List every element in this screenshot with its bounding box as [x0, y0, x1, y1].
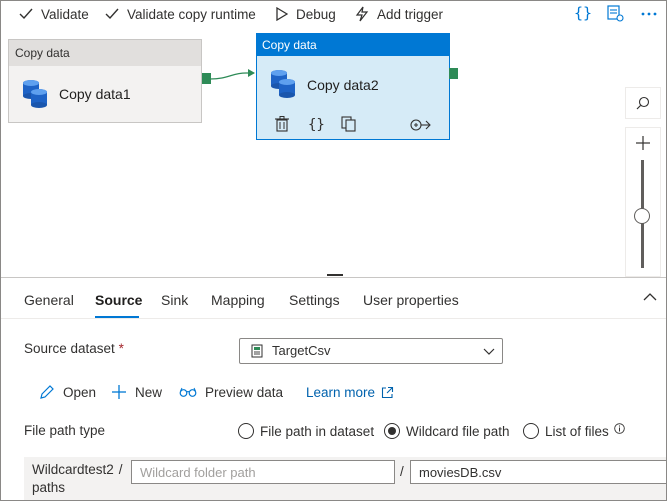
database-icon	[271, 70, 295, 98]
chevron-up-icon[interactable]	[643, 292, 657, 302]
checkmark-icon	[19, 8, 33, 20]
tab-general[interactable]: General	[24, 292, 74, 308]
svg-text:{}: {}	[574, 4, 591, 22]
activity-name: Copy data2	[307, 77, 379, 93]
lightning-icon	[355, 6, 369, 22]
learn-more-link[interactable]: Learn more	[306, 382, 402, 402]
validate-copy-runtime-button[interactable]: Validate copy runtime	[105, 3, 256, 25]
activity-name: Copy data1	[59, 86, 131, 102]
glasses-icon	[179, 387, 197, 397]
delete-icon[interactable]	[275, 116, 289, 132]
activity-type-label: Copy data	[257, 34, 449, 56]
pipeline-editor: Validate Validate copy runtime Debug Add…	[0, 0, 667, 501]
radio-circle	[523, 423, 539, 439]
external-link-icon	[381, 386, 394, 398]
success-output-port[interactable]	[449, 68, 458, 79]
tab-sink[interactable]: Sink	[161, 292, 188, 308]
edit-icon	[40, 385, 54, 399]
tab-source[interactable]: Source	[95, 292, 142, 308]
wildcard-paths-row: Wildcardtest2/ paths Wildcard folder pat…	[24, 457, 666, 500]
zoom-in-icon[interactable]	[635, 135, 651, 151]
active-tab-indicator	[95, 316, 139, 318]
svg-text:{}: {}	[308, 117, 325, 132]
properties-icon[interactable]	[606, 4, 624, 27]
chevron-down-icon	[483, 348, 495, 355]
csv-file-icon	[251, 344, 263, 358]
properties-panel: General Source Sink Mapping Settings Use…	[1, 277, 666, 500]
tab-user-properties[interactable]: User properties	[363, 292, 459, 308]
open-button[interactable]: Open	[39, 382, 96, 402]
tab-mapping[interactable]: Mapping	[211, 292, 265, 308]
activity-type-label: Copy data	[9, 40, 201, 66]
wildcard-folder-path-input[interactable]: Wildcard folder path	[131, 460, 395, 484]
radio-list-of-files[interactable]: List of files	[523, 421, 625, 441]
add-trigger-button[interactable]: Add trigger	[355, 3, 443, 25]
search-icon	[636, 96, 650, 110]
wildcard-paths-label: Wildcardtest2/ paths	[32, 462, 123, 495]
zoom-slider-thumb[interactable]	[634, 208, 650, 224]
activity-copy-data1[interactable]: Copy data Copy data1	[8, 39, 202, 123]
copy-icon[interactable]	[341, 116, 357, 132]
connector-arrow	[210, 69, 255, 80]
info-icon[interactable]	[614, 422, 625, 434]
file-path-type-label: File path type	[24, 423, 106, 438]
more-icon[interactable]	[640, 4, 658, 27]
path-separator: /	[400, 464, 404, 479]
code-icon[interactable]: {}	[307, 116, 325, 132]
play-icon	[276, 7, 288, 21]
toolbar: Validate Validate copy runtime Debug Add…	[1, 1, 666, 29]
dropdown-value: TargetCsv	[272, 343, 331, 358]
source-dataset-dropdown[interactable]: TargetCsv	[239, 338, 503, 364]
tab-settings[interactable]: Settings	[289, 292, 340, 308]
database-icon	[23, 80, 47, 108]
plus-icon	[112, 385, 126, 399]
radio-circle-selected	[384, 423, 400, 439]
panel-resize-handle[interactable]	[327, 274, 343, 276]
source-dataset-label: Source dataset *	[24, 341, 124, 356]
wildcard-file-name-input[interactable]: moviesDB.csv	[410, 460, 666, 484]
zoom-panel	[625, 127, 661, 277]
checkmark-icon	[105, 8, 119, 20]
debug-button[interactable]: Debug	[276, 3, 336, 25]
code-icon[interactable]: {}	[573, 4, 592, 27]
radio-file-path-in-dataset[interactable]: File path in dataset	[238, 421, 374, 441]
preview-data-button[interactable]: Preview data	[179, 382, 283, 402]
radio-circle	[238, 423, 254, 439]
required-mark: *	[118, 341, 124, 356]
pipeline-canvas[interactable]: Copy data Copy data1 Copy data Copy data…	[1, 29, 666, 277]
new-button[interactable]: New	[111, 382, 162, 402]
search-canvas-button[interactable]	[625, 87, 661, 119]
radio-wildcard-file-path[interactable]: Wildcard file path	[384, 421, 510, 441]
validate-button[interactable]: Validate	[19, 3, 89, 25]
activity-copy-data2[interactable]: Copy data Copy data2 {}	[256, 33, 450, 140]
add-output-icon[interactable]	[410, 118, 432, 132]
tab-bar: General Source Sink Mapping Settings Use…	[1, 278, 666, 319]
